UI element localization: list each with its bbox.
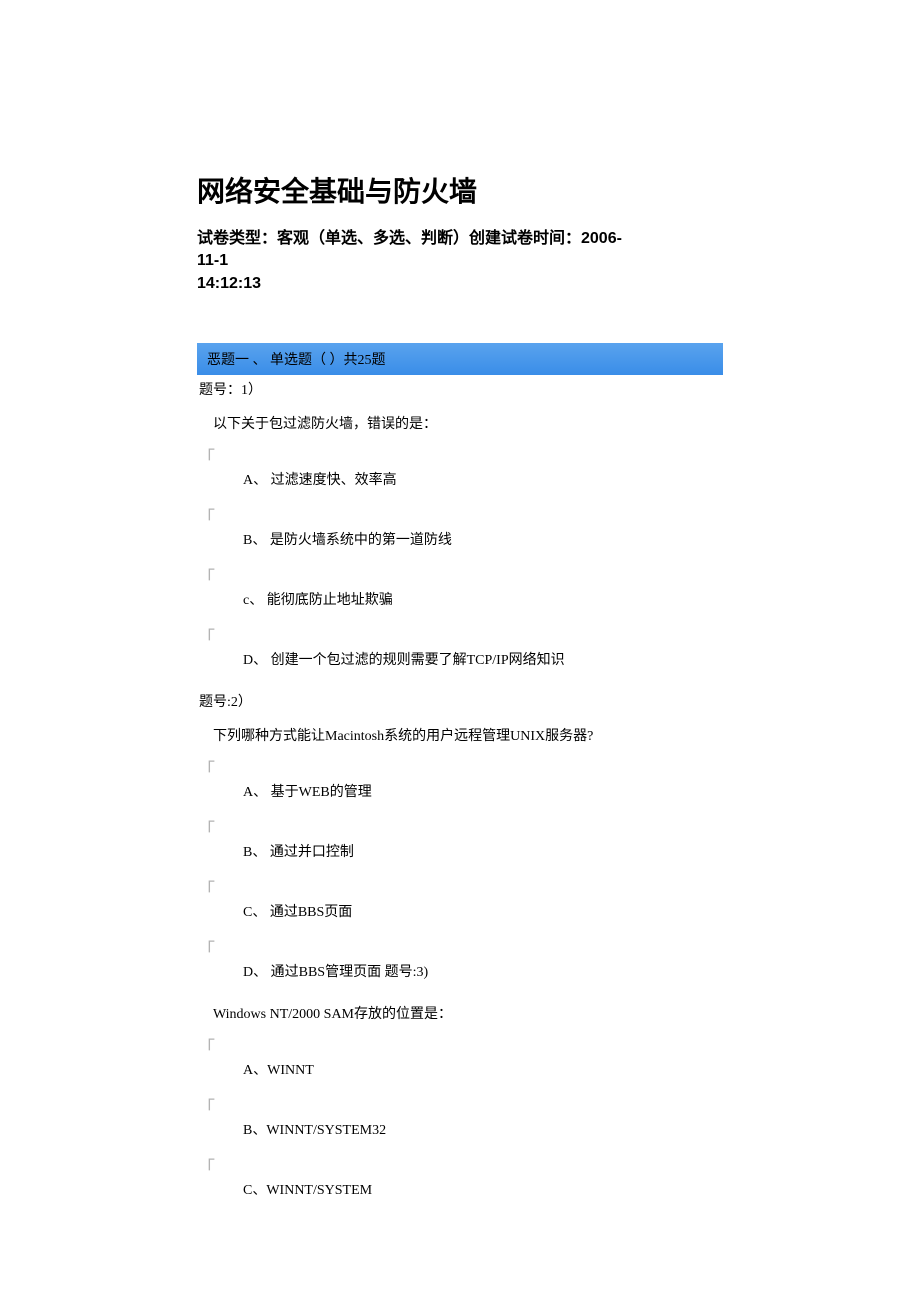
bracket-icon: 「	[197, 1041, 209, 1059]
option-text: C、 通过BBS页面	[229, 883, 352, 921]
option-row: 「 A、 过滤速度快、效率高	[197, 451, 723, 489]
bracket-icon: 「	[197, 631, 209, 649]
option-text: A、WINNT	[229, 1041, 314, 1079]
section-header: 恶题一 、 单选题（ ）共25题	[197, 343, 723, 375]
option-text: B、WINNT/SYSTEM32	[229, 1101, 386, 1139]
document-content: 网络安全基础与防火墙 试卷类型：客观（单选、多选、判断）创建试卷时间：2006-…	[0, 170, 920, 1199]
question-stem: 下列哪种方式能让Macintosh系统的用户远程管理UNIX服务器?	[197, 725, 723, 745]
option-text: A、 基于WEB的管理	[229, 763, 372, 801]
option-row: 「 A、 基于WEB的管理	[197, 763, 723, 801]
meta-line-3: 14:12:13	[197, 273, 723, 295]
option-text: C、WINNT/SYSTEM	[229, 1161, 372, 1199]
bracket-icon: 「	[197, 451, 209, 469]
question-stem: 以下关于包过滤防火墙，错误的是：	[197, 413, 723, 433]
bracket-icon: 「	[197, 1101, 209, 1119]
option-row: 「 B、WINNT/SYSTEM32	[197, 1101, 723, 1139]
meta-line-2: 11-1	[197, 250, 723, 272]
option-text: D、 通过BBS管理页面 题号:3)	[229, 943, 428, 981]
option-row: 「 C、WINNT/SYSTEM	[197, 1161, 723, 1199]
option-row: 「 C、 通过BBS页面	[197, 883, 723, 921]
bracket-icon: 「	[197, 571, 209, 589]
option-row: 「 D、 通过BBS管理页面 题号:3)	[197, 943, 723, 981]
option-text: B、 是防火墙系统中的第一道防线	[229, 511, 452, 549]
question-number: 题号:2）	[197, 691, 723, 711]
bracket-icon: 「	[197, 943, 209, 961]
option-row: 「 B、 是防火墙系统中的第一道防线	[197, 511, 723, 549]
bracket-icon: 「	[197, 1161, 209, 1179]
question-stem: Windows NT/2000 SAM存放的位置是：	[197, 1003, 723, 1023]
option-text: c、 能彻底防止地址欺骗	[229, 571, 393, 609]
option-text: D、 创建一个包过滤的规则需要了解TCP/IP网络知识	[229, 631, 565, 669]
exam-meta: 试卷类型：客观（单选、多选、判断）创建试卷时间：2006- 11-1 14:12…	[197, 228, 723, 295]
option-row: 「 B、 通过并口控制	[197, 823, 723, 861]
question-number: 题号：1）	[197, 379, 723, 399]
option-row: 「 D、 创建一个包过滤的规则需要了解TCP/IP网络知识	[197, 631, 723, 669]
bracket-icon: 「	[197, 883, 209, 901]
meta-line-1: 试卷类型：客观（单选、多选、判断）创建试卷时间：2006-	[197, 228, 723, 250]
bracket-icon: 「	[197, 763, 209, 781]
option-row: 「 c、 能彻底防止地址欺骗	[197, 571, 723, 609]
option-text: B、 通过并口控制	[229, 823, 354, 861]
option-row: 「 A、WINNT	[197, 1041, 723, 1079]
bracket-icon: 「	[197, 511, 209, 529]
exam-title: 网络安全基础与防火墙	[197, 170, 723, 210]
bracket-icon: 「	[197, 823, 209, 841]
option-text: A、 过滤速度快、效率高	[229, 451, 397, 489]
